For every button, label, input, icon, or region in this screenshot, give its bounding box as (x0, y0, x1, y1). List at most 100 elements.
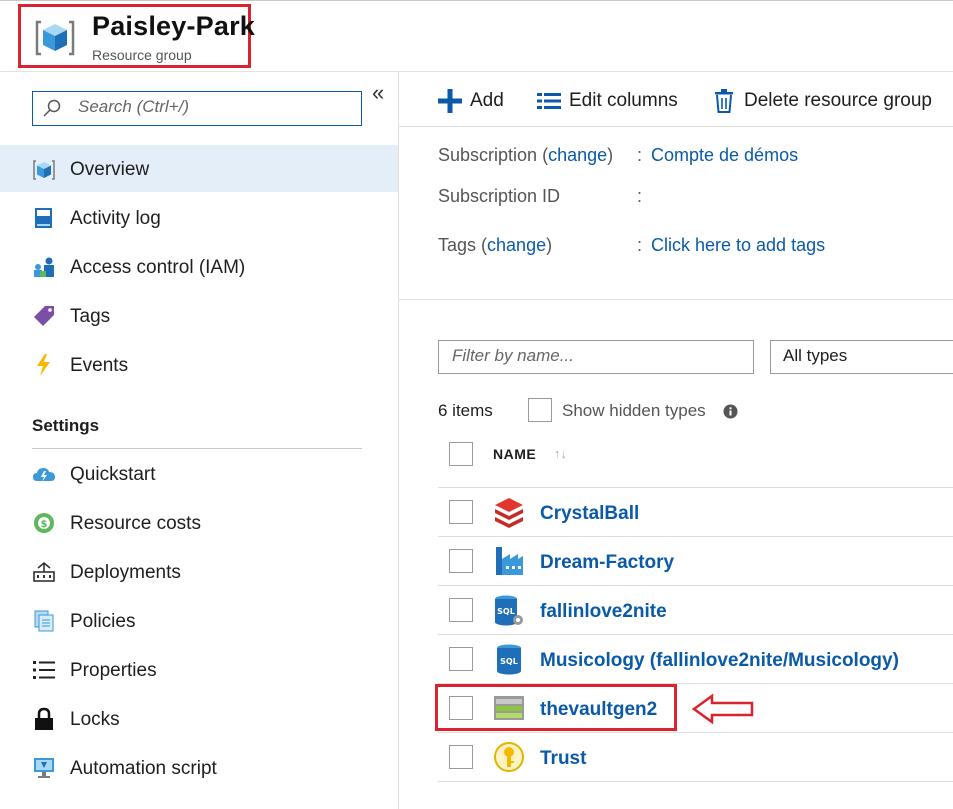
tags-label-text: Tags (438, 235, 477, 255)
people-icon (34, 257, 54, 277)
delete-label: Delete resource group (744, 90, 932, 111)
sidebar-item-deployments[interactable]: Deployments (0, 551, 398, 595)
svg-text:$: $ (41, 519, 48, 530)
properties-icon (33, 661, 55, 679)
key-vault-icon (494, 742, 524, 772)
plus-icon (438, 89, 462, 113)
resource-link[interactable]: fallinlove2nite (540, 601, 667, 623)
page-subtitle: Resource group (92, 47, 192, 63)
row-divider (438, 781, 953, 782)
sidebar-item-activity-log[interactable]: Activity log (0, 197, 398, 241)
colon: : (637, 235, 643, 255)
header-divider (0, 71, 953, 72)
row-divider (438, 536, 953, 537)
lightning-icon (37, 354, 50, 376)
sidebar-item-tags[interactable]: Tags (0, 295, 398, 339)
columns-icon (537, 93, 561, 109)
tag-icon (34, 306, 54, 326)
row-divider (438, 585, 953, 586)
sidebar-item-access-control[interactable]: Access control (IAM) (0, 246, 398, 290)
cost-icon: $ (34, 513, 54, 533)
trash-icon (715, 89, 733, 113)
settings-divider (32, 448, 362, 449)
cloud-icon (33, 468, 55, 482)
sidebar-search-input[interactable]: Search (Ctrl+/) (78, 97, 189, 117)
sidebar-item-properties[interactable]: Properties (0, 649, 398, 693)
sidebar-item-label: Tags (70, 306, 111, 327)
add-tags-link[interactable]: Click here to add tags (651, 235, 825, 256)
edit-columns-label: Edit columns (569, 90, 678, 111)
toolbar-divider (399, 126, 953, 127)
row-divider (438, 732, 953, 733)
resource-group-cube-icon (35, 20, 75, 56)
subscription-label-text: Subscription (438, 145, 538, 165)
data-factory-icon (496, 547, 523, 575)
sidebar-item-quickstart[interactable]: Quickstart (0, 453, 398, 497)
add-label: Add (470, 90, 504, 111)
subscription-label: Subscription (change) (438, 145, 614, 165)
activity-log-icon (35, 208, 52, 228)
lock-icon (35, 707, 53, 730)
show-hidden-types-checkbox[interactable] (528, 398, 552, 422)
sidebar-item-label: Resource costs (70, 513, 201, 534)
sidebar-item-label: Access control (IAM) (70, 257, 246, 278)
sidebar-item-label: Deployments (70, 562, 181, 583)
tags-label: Tags (change) (438, 235, 553, 255)
subscription-change-link[interactable]: change (548, 145, 607, 165)
sidebar-item-label: Automation script (70, 758, 217, 779)
show-hidden-types-label: Show hidden types (562, 401, 706, 420)
subscription-value-link[interactable]: Compte de démos (651, 145, 798, 166)
item-count: 6 items (438, 401, 493, 420)
sidebar-item-label: Activity log (70, 208, 161, 229)
row-divider (438, 634, 953, 635)
sidebar-item-locks[interactable]: Locks (0, 698, 398, 742)
sidebar-item-automation-script[interactable]: Automation script (0, 747, 398, 791)
name-column-header[interactable]: NAME (493, 446, 536, 462)
type-filter-value: All types (783, 346, 848, 365)
essentials-divider (399, 299, 953, 300)
automation-monitor-icon (34, 758, 54, 778)
collapse-sidebar-icon[interactable]: « (372, 80, 384, 106)
sidebar-item-label: Overview (70, 159, 150, 180)
svg-text:SQL: SQL (500, 657, 518, 666)
overview-cube-icon (33, 160, 55, 180)
svg-text:SQL: SQL (497, 607, 515, 616)
colon: : (637, 145, 643, 165)
settings-heading: Settings (32, 416, 100, 435)
colon: : (637, 186, 643, 206)
sidebar-item-overview[interactable]: Overview (0, 148, 398, 192)
databricks-icon (495, 498, 523, 528)
row-checkbox[interactable] (449, 549, 473, 573)
sidebar-divider (398, 72, 399, 809)
sql-server-icon: SQL (495, 595, 523, 626)
row-checkbox[interactable] (449, 500, 473, 524)
row-annotation-box (435, 684, 677, 731)
row-checkbox[interactable] (449, 598, 473, 622)
row-checkbox[interactable] (449, 647, 473, 671)
resource-link[interactable]: Trust (540, 748, 586, 770)
subscription-id-label: Subscription ID (438, 186, 561, 206)
filter-placeholder: Filter by name... (452, 346, 574, 365)
page-title: Paisley-Park (92, 11, 256, 41)
sort-icon[interactable]: ↑↓ (554, 446, 567, 461)
sidebar-item-events[interactable]: Events (0, 344, 398, 388)
info-icon[interactable] (723, 404, 738, 419)
red-arrow-annotation (692, 693, 754, 725)
sidebar-item-label: Quickstart (70, 464, 156, 485)
resource-link[interactable]: Dream-Factory (540, 552, 674, 574)
sql-database-icon: SQL (497, 644, 521, 675)
tags-change-link[interactable]: change (487, 235, 546, 255)
row-checkbox[interactable] (449, 745, 473, 769)
sidebar-item-label: Policies (70, 611, 136, 632)
row-divider (438, 487, 953, 488)
sidebar-item-label: Events (70, 355, 129, 376)
sidebar-item-label: Locks (70, 709, 120, 730)
sidebar-item-resource-costs[interactable]: $ Resource costs (0, 502, 398, 546)
policies-icon (34, 610, 54, 632)
resource-link[interactable]: CrystalBall (540, 503, 639, 525)
select-all-checkbox[interactable] (449, 442, 473, 466)
sidebar-item-policies[interactable]: Policies (0, 600, 398, 644)
resource-link[interactable]: Musicology (fallinlove2nite/Musicology) (540, 650, 899, 672)
deployments-icon (33, 561, 55, 582)
sidebar-item-label: Properties (70, 660, 157, 681)
